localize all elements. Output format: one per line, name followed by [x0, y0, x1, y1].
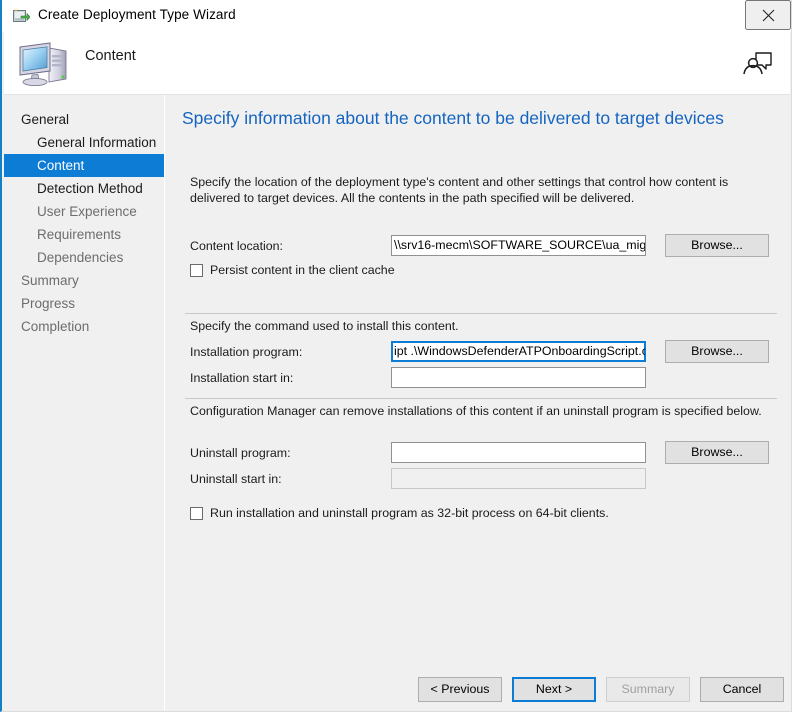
- persist-content-checkbox[interactable]: [190, 263, 203, 277]
- installation-program-input[interactable]: ipt .\WindowsDefenderATPOnboardingScript…: [391, 341, 646, 362]
- uninstall-start-in-input: [391, 468, 646, 489]
- content-heading: Specify information about the content to…: [182, 108, 724, 128]
- wizard-header: Content: [4, 32, 790, 94]
- sidebar-item-content[interactable]: Content: [4, 154, 164, 177]
- sidebar-item-progress: Progress: [21, 296, 76, 311]
- window-title: Create Deployment Type Wizard: [38, 7, 236, 22]
- sidebar-item-user-experience: User Experience: [37, 204, 137, 219]
- sidebar-item-completion: Completion: [21, 319, 90, 334]
- run-as-32bit-checkbox-row[interactable]: Run installation and uninstall program a…: [190, 506, 609, 520]
- run-as-32bit-label: Run installation and uninstall program a…: [210, 506, 609, 520]
- page-title: Content: [85, 48, 136, 64]
- next-button[interactable]: Next >: [512, 677, 596, 702]
- computer-icon: [16, 38, 72, 88]
- sidebar-item-general-information[interactable]: General Information: [4, 131, 164, 154]
- persist-content-checkbox-row[interactable]: Persist content in the client cache: [190, 263, 395, 277]
- content-pane: Specify information about the content to…: [172, 95, 790, 657]
- install-section-text: Specify the command used to install this…: [190, 319, 459, 333]
- content-intro-text: Specify the location of the deployment t…: [190, 175, 729, 205]
- run-as-32bit-checkbox[interactable]: [190, 506, 203, 520]
- uninstall-section-text: Configuration Manager can remove install…: [190, 404, 762, 418]
- uninstall-program-browse-button[interactable]: Browse...: [665, 441, 769, 464]
- uninstall-program-label: Uninstall program:: [190, 446, 291, 460]
- installation-start-in-label: Installation start in:: [190, 371, 294, 385]
- installation-program-label: Installation program:: [190, 345, 303, 359]
- cancel-button[interactable]: Cancel: [700, 677, 784, 702]
- uninstall-section-divider: [185, 398, 777, 399]
- wizard-steps-sidebar: General General Information Content Dete…: [4, 95, 165, 710]
- content-location-input[interactable]: \\srv16-mecm\SOFTWARE_SOURCE\ua_migrate: [391, 235, 646, 256]
- installation-program-value: ipt .\WindowsDefenderATPOnboardingScript…: [394, 344, 646, 358]
- wizard-window: Create Deployment Type Wizard Content Ge…: [0, 0, 792, 712]
- sidebar-item-requirements: Requirements: [37, 227, 122, 242]
- persist-content-label: Persist content in the client cache: [210, 263, 395, 277]
- installation-program-browse-button[interactable]: Browse...: [665, 340, 769, 363]
- help-person-icon[interactable]: [740, 46, 774, 80]
- uninstall-start-in-label: Uninstall start in:: [190, 472, 282, 486]
- sidebar-item-dependencies: Dependencies: [37, 250, 124, 265]
- uninstall-program-input[interactable]: [391, 442, 646, 463]
- content-location-label: Content location:: [190, 239, 283, 253]
- wizard-footer: < Previous Next > Summary Cancel: [172, 658, 790, 710]
- wizard-icon: [12, 7, 31, 25]
- title-bar: Create Deployment Type Wizard: [2, 0, 791, 32]
- close-icon[interactable]: [745, 0, 791, 30]
- content-location-browse-button[interactable]: Browse...: [665, 234, 769, 257]
- sidebar-item-detection-method[interactable]: Detection Method: [4, 177, 164, 200]
- install-section-divider: [185, 313, 777, 314]
- sidebar-item-summary: Summary: [21, 273, 79, 288]
- summary-button: Summary: [606, 677, 690, 702]
- sidebar-item-general[interactable]: General: [4, 108, 164, 131]
- installation-start-in-input[interactable]: [391, 367, 646, 388]
- previous-button[interactable]: < Previous: [418, 677, 502, 702]
